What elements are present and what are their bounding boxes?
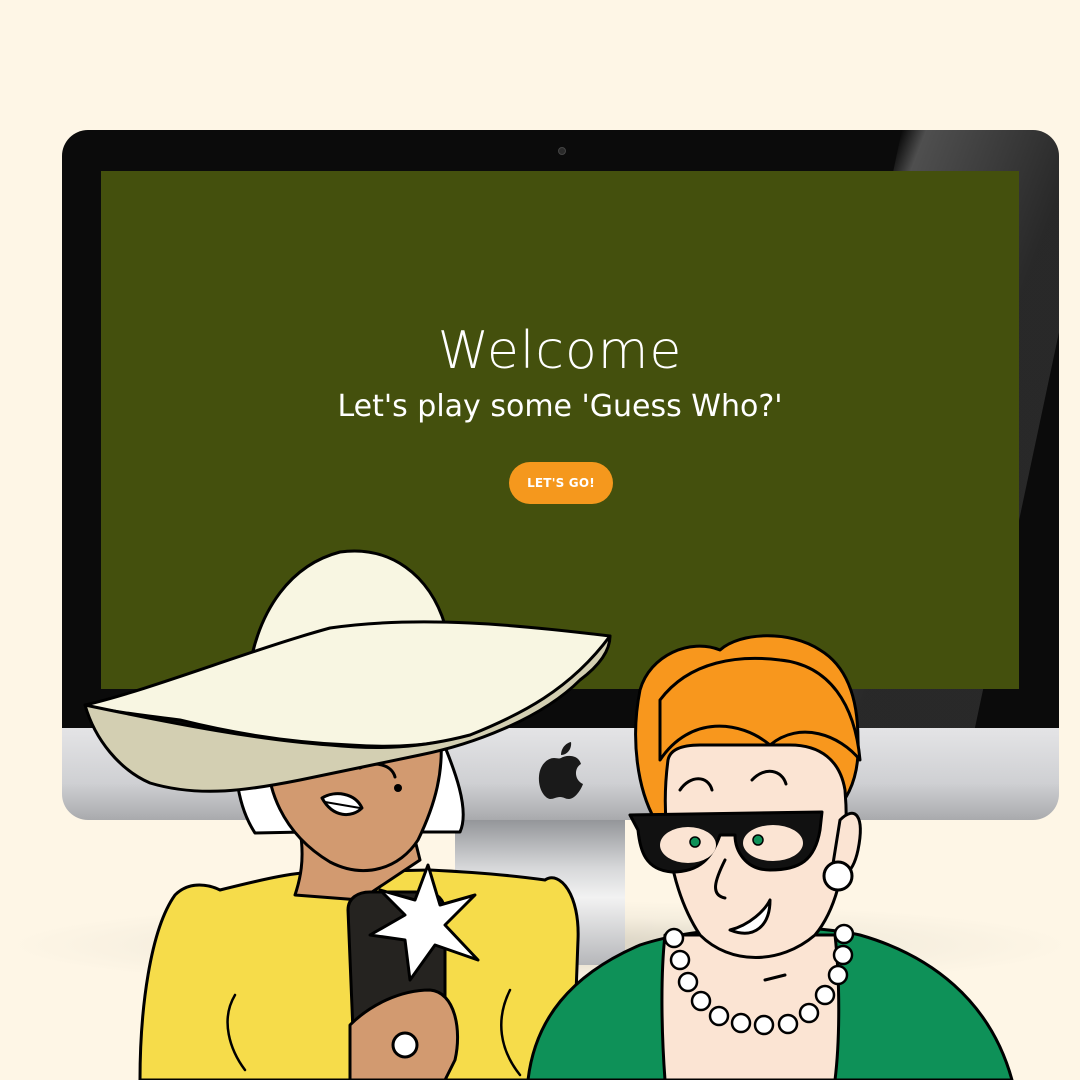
characters-illustration <box>83 549 1014 1080</box>
woman-with-hat <box>83 549 612 1080</box>
scene: Welcome Let's play some 'Guess Who?' LET… <box>0 0 1080 1080</box>
older-woman-with-glasses <box>526 634 1014 1080</box>
